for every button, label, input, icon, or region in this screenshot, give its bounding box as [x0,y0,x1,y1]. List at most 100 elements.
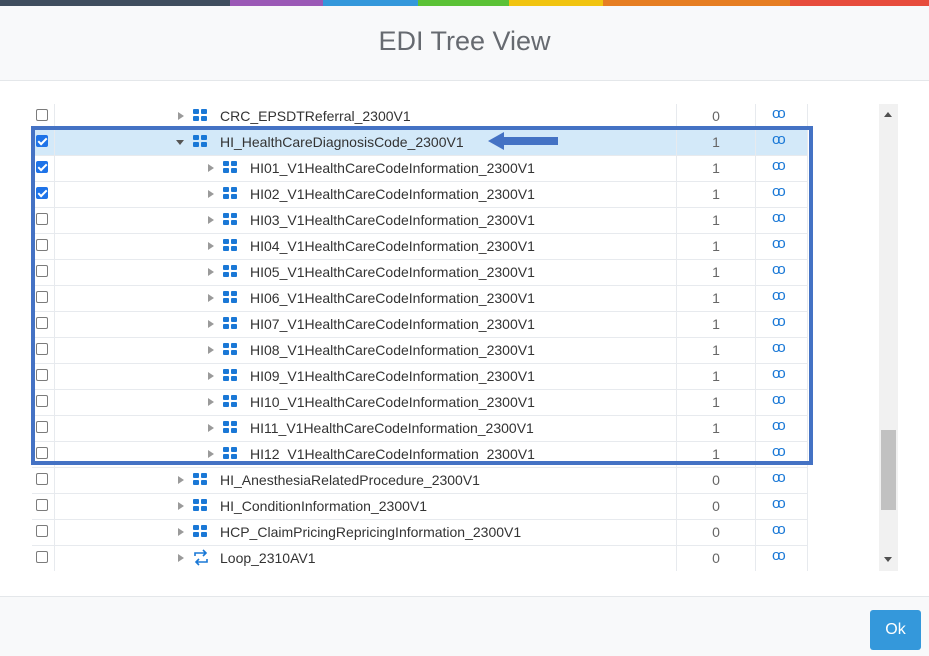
row-checkbox[interactable] [36,395,48,407]
dialog-footer: Ok [0,596,929,656]
row-checkbox[interactable] [36,109,48,121]
link-cell: oo [755,390,808,415]
row-checkbox[interactable] [36,473,48,485]
count-cell: 1 [676,338,756,363]
count-cell: 0 [676,494,756,519]
tree-row[interactable]: HI03_V1HealthCareCodeInformation_2300V1 1… [32,208,808,234]
expand-caret-icon[interactable] [208,216,214,224]
row-checkbox[interactable] [36,499,48,511]
node-name: HI05_V1HealthCareCodeInformation_2300V1 [250,264,535,280]
tree-row[interactable]: HI02_V1HealthCareCodeInformation_2300V1 1… [32,182,808,208]
row-checkbox[interactable] [36,213,48,225]
count-cell: 1 [676,234,756,259]
tree-row[interactable]: HI06_V1HealthCareCodeInformation_2300V1 1… [32,286,808,312]
checkbox-cell [32,468,55,493]
row-checkbox[interactable] [36,421,48,433]
row-checkbox[interactable] [36,525,48,537]
segment-grid-icon [193,473,208,486]
expand-caret-icon[interactable] [208,372,214,380]
link-chain-icon[interactable]: oo [772,496,786,512]
link-chain-icon[interactable]: oo [772,314,786,330]
tree-row[interactable]: HI10_V1HealthCareCodeInformation_2300V1 1… [32,390,808,416]
row-checkbox[interactable] [36,187,48,199]
expand-caret-icon[interactable] [178,502,184,510]
expand-caret-icon[interactable] [208,320,214,328]
checkbox-cell [32,416,55,441]
node-name: HI_ConditionInformation_2300V1 [220,498,428,514]
count-cell: 1 [676,208,756,233]
node-count: 1 [712,264,720,280]
tree-row[interactable]: HI09_V1HealthCareCodeInformation_2300V1 1… [32,364,808,390]
row-checkbox[interactable] [36,239,48,251]
tree-row[interactable]: HI08_V1HealthCareCodeInformation_2300V1 1… [32,338,808,364]
link-chain-icon[interactable]: oo [772,210,786,226]
count-cell: 1 [676,182,756,207]
link-chain-icon[interactable]: oo [772,184,786,200]
ok-button[interactable]: Ok [870,610,921,650]
row-checkbox[interactable] [36,369,48,381]
link-chain-icon[interactable]: oo [772,340,786,356]
row-checkbox[interactable] [36,265,48,277]
link-chain-icon[interactable]: oo [772,158,786,174]
row-checkbox[interactable] [36,447,48,459]
tree-row[interactable]: HI04_V1HealthCareCodeInformation_2300V1 1… [32,234,808,260]
tree-viewport[interactable]: CRC_EPSDTReferral_2300V1 0 oo HI_HealthCare… [32,104,878,571]
tree-row[interactable]: HI_ConditionInformation_2300V1 0 oo [32,494,808,520]
expand-caret-icon[interactable] [178,112,184,120]
expand-caret-icon[interactable] [208,346,214,354]
collapse-caret-icon[interactable] [176,140,184,145]
scroll-up-button[interactable] [879,104,898,126]
link-chain-icon[interactable]: oo [772,418,786,434]
link-chain-icon[interactable]: oo [772,444,786,460]
row-checkbox[interactable] [36,135,48,147]
expand-caret-icon[interactable] [208,268,214,276]
tree-row[interactable]: CRC_EPSDTReferral_2300V1 0 oo [32,104,808,130]
expand-caret-icon[interactable] [208,424,214,432]
expand-caret-icon[interactable] [208,398,214,406]
expand-caret-icon[interactable] [208,164,214,172]
node-count: 1 [712,316,720,332]
expand-caret-icon[interactable] [208,450,214,458]
tree-row[interactable]: HCP_ClaimPricingRepricingInformation_230… [32,520,808,546]
link-chain-icon[interactable]: oo [772,548,786,564]
node-name: HI12_V1HealthCareCodeInformation_2300V1 [250,446,535,462]
node-count: 0 [712,108,720,124]
link-chain-icon[interactable]: oo [772,236,786,252]
link-chain-icon[interactable]: oo [772,470,786,486]
row-checkbox[interactable] [36,317,48,329]
link-chain-icon[interactable]: oo [772,522,786,538]
tree-row[interactable]: HI_HealthCareDiagnosisCode_2300V1 1 oo [32,130,808,156]
link-chain-icon[interactable]: oo [772,106,786,122]
expand-caret-icon[interactable] [208,190,214,198]
expand-caret-icon[interactable] [178,476,184,484]
dialog-header: EDI Tree View [0,6,929,81]
link-chain-icon[interactable]: oo [772,132,786,148]
node-name: HI04_V1HealthCareCodeInformation_2300V1 [250,238,535,254]
expand-caret-icon[interactable] [178,554,184,562]
tree-row[interactable]: Loop_2310AV1 0 oo [32,546,808,571]
link-chain-icon[interactable]: oo [772,262,786,278]
tree-row[interactable]: HI07_V1HealthCareCodeInformation_2300V1 1… [32,312,808,338]
row-checkbox[interactable] [36,161,48,173]
expand-caret-icon[interactable] [178,528,184,536]
tree-row[interactable]: HI12_V1HealthCareCodeInformation_2300V1 1… [32,442,808,468]
tree-row[interactable]: HI01_V1HealthCareCodeInformation_2300V1 1… [32,156,808,182]
node-count: 1 [712,238,720,254]
tree-row[interactable]: HI05_V1HealthCareCodeInformation_2300V1 1… [32,260,808,286]
count-cell: 1 [676,442,756,467]
tree-row[interactable]: HI11_V1HealthCareCodeInformation_2300V1 1… [32,416,808,442]
row-checkbox[interactable] [36,551,48,563]
tree-row[interactable]: HI_AnesthesiaRelatedProcedure_2300V1 0 oo [32,468,808,494]
expand-caret-icon[interactable] [208,294,214,302]
link-cell: oo [755,520,808,545]
link-chain-icon[interactable]: oo [772,392,786,408]
node-count: 1 [712,446,720,462]
row-checkbox[interactable] [36,291,48,303]
link-chain-icon[interactable]: oo [772,366,786,382]
scroll-thumb[interactable] [881,430,896,510]
scroll-down-button[interactable] [879,549,898,571]
link-chain-icon[interactable]: oo [772,288,786,304]
expand-caret-icon[interactable] [208,242,214,250]
vertical-scrollbar[interactable] [879,104,898,571]
row-checkbox[interactable] [36,343,48,355]
